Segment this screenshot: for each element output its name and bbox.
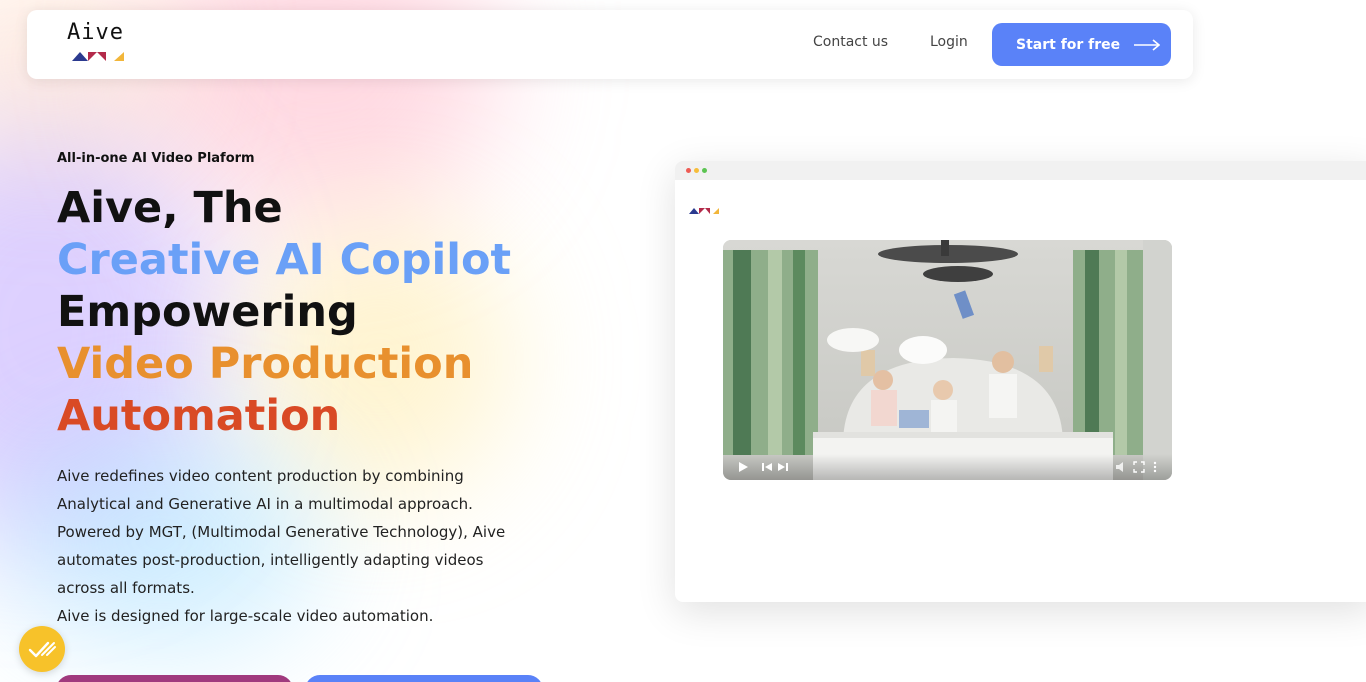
headline-line: Aive, The [57, 183, 283, 233]
site-header: Aive Contact us Login Start for free [27, 10, 1193, 79]
next-icon[interactable] [777, 461, 789, 473]
description-line: Analytical and Generative AI in a multim… [57, 495, 473, 513]
arrow-right-icon [1134, 38, 1161, 51]
volume-icon[interactable] [1115, 461, 1127, 473]
headline-line: Creative AI Copilot [57, 235, 512, 285]
hero-eyebrow: All-in-one AI Video Plaform [57, 151, 255, 166]
brand-logo[interactable]: Aive [67, 22, 131, 66]
description-line: Aive is designed for large-scale video a… [57, 607, 434, 625]
hero-headline: Aive, The Creative AI Copilot Empowering… [57, 182, 511, 442]
fullscreen-icon[interactable] [1133, 461, 1145, 473]
secondary-hero-button[interactable] [305, 675, 543, 682]
primary-hero-button[interactable] [56, 675, 293, 682]
more-icon[interactable] [1149, 461, 1161, 473]
play-icon[interactable] [737, 461, 749, 473]
headline-line: Automation [57, 391, 341, 441]
hero-buttons [56, 675, 543, 682]
description-line: Aive redefines video content production … [57, 467, 464, 485]
headline-line: Video Production [57, 339, 474, 389]
window-close-dot-icon [686, 168, 691, 173]
chat-widget-button[interactable] [19, 626, 65, 672]
video-player[interactable] [723, 240, 1172, 480]
window-titlebar [675, 161, 1366, 180]
mini-logo-mark-icon [689, 208, 719, 214]
landing-page: Aive Contact us Login Start for free All… [0, 0, 1366, 682]
description-line: across all formats. [57, 579, 195, 597]
start-for-free-button[interactable]: Start for free [992, 23, 1171, 66]
video-controls-bar [723, 454, 1172, 480]
check-lines-icon [28, 641, 56, 658]
window-minimize-dot-icon [694, 168, 699, 173]
description-line: Powered by MGT, (Multimodal Generative T… [57, 523, 506, 541]
window-maximize-dot-icon [702, 168, 707, 173]
hero-description: Aive redefines video content production … [57, 462, 517, 630]
start-for-free-label: Start for free [1016, 36, 1121, 53]
description-line: automates post-production, intelligently… [57, 551, 484, 569]
login-link[interactable]: Login [930, 34, 968, 50]
contact-us-link[interactable]: Contact us [813, 34, 888, 50]
previous-icon[interactable] [761, 461, 773, 473]
product-preview-window [675, 161, 1366, 602]
brand-logo-mark-icon [72, 52, 124, 61]
brand-name: Aive [67, 20, 124, 45]
video-frame-image [723, 240, 1172, 480]
headline-line: Empowering [57, 287, 358, 337]
